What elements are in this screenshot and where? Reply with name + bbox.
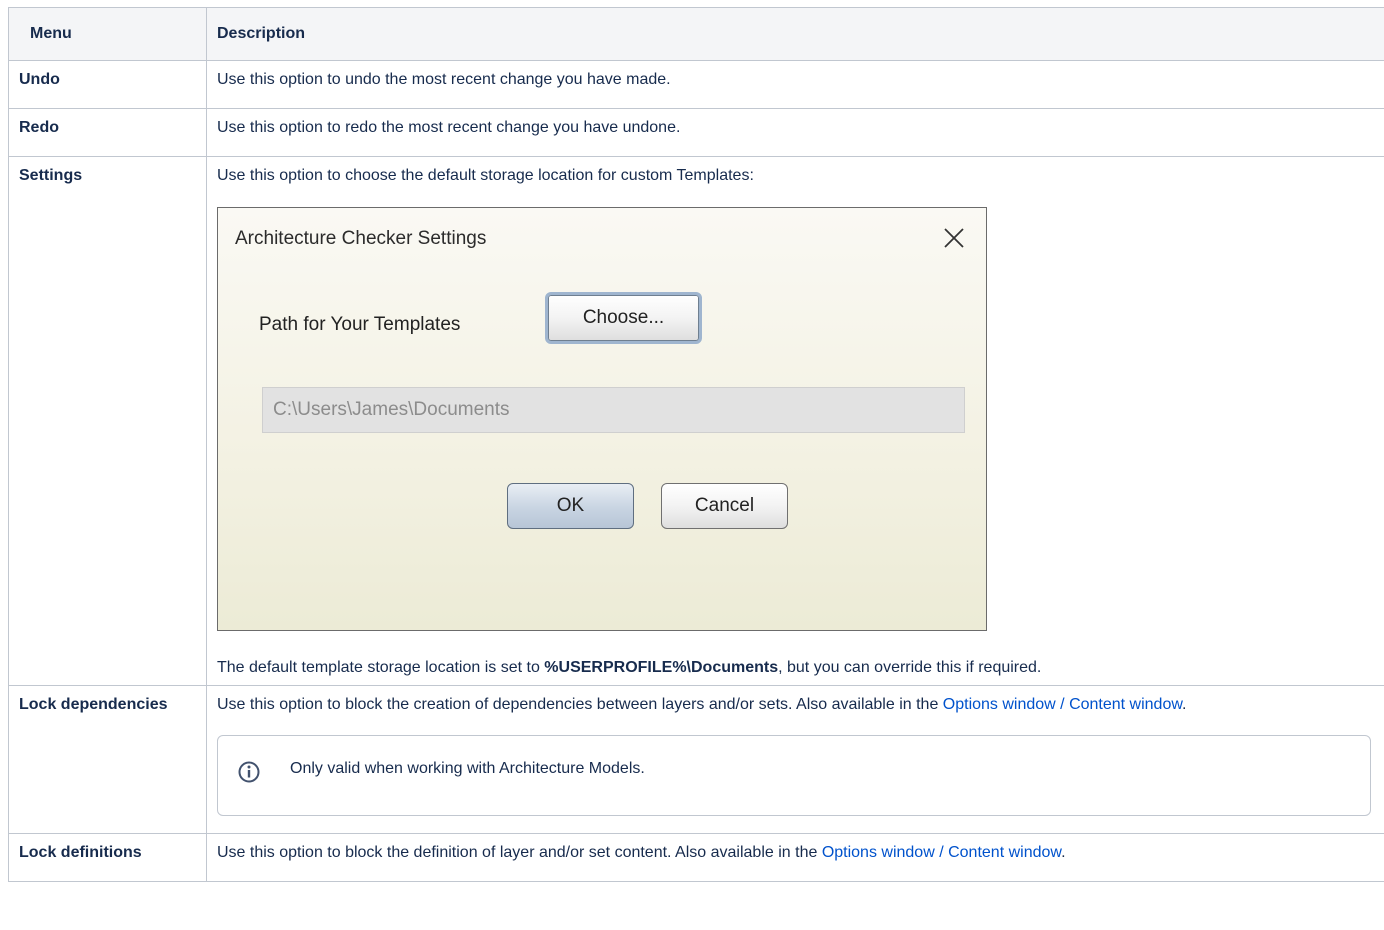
menu-lock-definitions: Lock definitions (8, 833, 207, 882)
settings-note-after: , but you can override this if required. (778, 659, 1042, 676)
description-undo: Use this option to undo the most recent … (206, 60, 1384, 109)
settings-note-path: %USERPROFILE%\Documents (544, 659, 779, 676)
settings-dialog-screenshot: Architecture Checker Settings Path for Y… (217, 207, 987, 631)
description-settings-cell: Use this option to choose the default st… (206, 156, 1384, 686)
menu-table: Menu Description Undo Use this option to… (8, 7, 1384, 882)
menu-lock-dependencies: Lock dependencies (8, 685, 207, 834)
ok-button[interactable]: OK (507, 483, 634, 529)
options-content-window-link[interactable]: Options window / Content window (943, 696, 1182, 713)
menu-undo: Undo (8, 60, 207, 109)
lock-dependencies-end: . (1182, 696, 1187, 713)
table-row-undo: Undo Use this option to undo the most re… (8, 60, 1384, 109)
description-lock-dependencies-cell: Use this option to block the creation of… (206, 685, 1384, 834)
header-menu: Menu (8, 7, 207, 61)
settings-note-before: The default template storage location is… (217, 659, 545, 676)
table-row-lock-definitions: Lock definitions Use this option to bloc… (8, 833, 1384, 882)
info-text: Only valid when working with Architectur… (290, 760, 645, 777)
dialog-title: Architecture Checker Settings (235, 228, 487, 249)
description-settings: Use this option to choose the default st… (217, 167, 754, 184)
menu-settings: Settings (8, 156, 207, 686)
path-field: C:\Users\James\Documents (262, 387, 965, 433)
description-redo: Use this option to redo the most recent … (206, 108, 1384, 157)
settings-note: The default template storage location is… (217, 658, 1374, 685)
cancel-button[interactable]: Cancel (661, 483, 788, 529)
lock-dependencies-text: Use this option to block the creation of… (217, 696, 943, 713)
info-icon (237, 760, 261, 784)
close-icon[interactable] (942, 226, 966, 250)
table-row-settings: Settings Use this option to choose the d… (8, 156, 1384, 686)
table-row-redo: Redo Use this option to redo the most re… (8, 108, 1384, 157)
path-label: Path for Your Templates (259, 314, 461, 335)
choose-button[interactable]: Choose... (545, 292, 702, 344)
lock-definitions-end: . (1061, 844, 1066, 861)
description-lock-dependencies: Use this option to block the creation of… (217, 695, 1374, 714)
table-header-row: Menu Description (8, 7, 1384, 61)
description-lock-definitions-cell: Use this option to block the definition … (206, 833, 1384, 882)
lock-definitions-text: Use this option to block the definition … (217, 844, 822, 861)
info-panel: Only valid when working with Architectur… (217, 735, 1371, 816)
table-row-lock-dependencies: Lock dependencies Use this option to blo… (8, 685, 1384, 834)
header-description: Description (206, 7, 1384, 61)
options-content-window-link-2[interactable]: Options window / Content window (822, 844, 1061, 861)
menu-redo: Redo (8, 108, 207, 157)
